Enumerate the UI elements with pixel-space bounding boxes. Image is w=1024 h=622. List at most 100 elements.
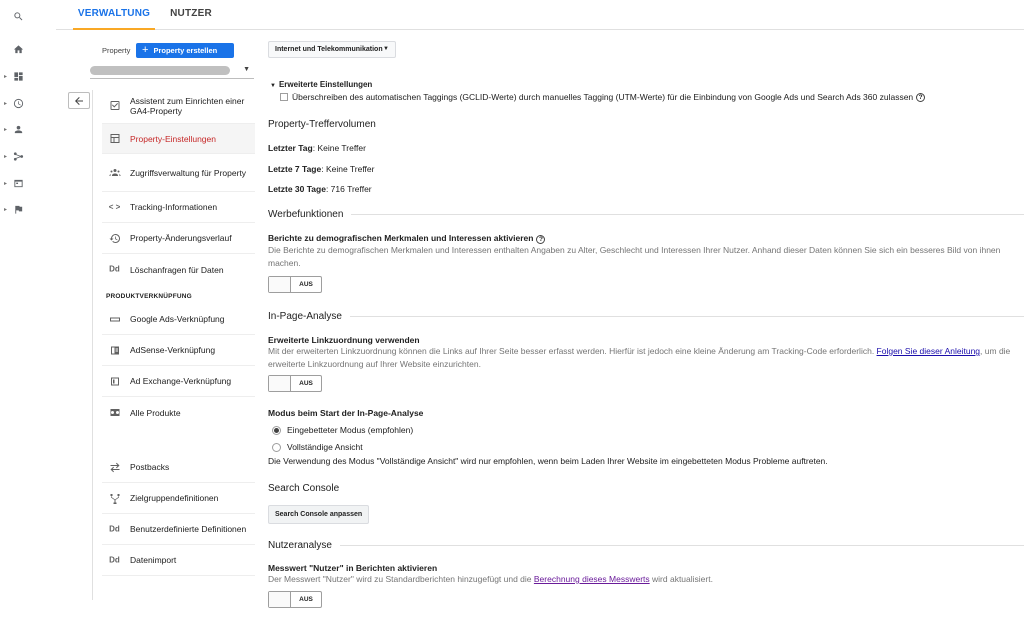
nav-label: Benutzerdefinierte Definitionen	[130, 524, 247, 534]
mode-embedded-label: Eingebetteter Modus (empfohlen)	[287, 425, 414, 435]
dd-icon: Dd	[109, 555, 120, 564]
nav-label: AdSense-Verknüpfung	[130, 345, 216, 355]
property-label: Property	[102, 46, 131, 55]
clock-icon[interactable]: ▸	[0, 93, 36, 113]
dd-icon: Dd	[109, 264, 120, 274]
radio-embedded[interactable]	[272, 425, 281, 435]
stat-label: Letzter Tag	[268, 143, 313, 153]
code-icon: < >	[108, 202, 121, 211]
selector-underline	[90, 78, 254, 79]
manual-tagging-checkbox[interactable]	[280, 93, 288, 101]
section-divider	[351, 214, 1024, 215]
manual-tagging-label: Überschreiben des automatischen Taggings…	[292, 92, 914, 102]
toggle-state: AUS	[299, 596, 313, 603]
nav-item-ad-exchange[interactable]: Ad Exchange-Verknüpfung	[102, 366, 255, 397]
nav-item-deletion-requests[interactable]: Dd Löschanfragen für Daten	[102, 254, 255, 285]
flag-icon[interactable]: ▸	[0, 199, 36, 219]
nav-label: Property-Einstellungen	[130, 133, 216, 144]
create-property-label: Property erstellen	[153, 46, 218, 55]
section-product-linking: PRODUKTVERKNÜPFUNG	[106, 293, 192, 300]
nav-label: Postbacks	[130, 462, 170, 472]
advanced-settings-label: Erweiterte Einstellungen	[278, 80, 373, 89]
nav-item-tracking-info[interactable]: < > Tracking-Informationen	[102, 192, 255, 223]
stat-value: : 716 Treffer	[325, 184, 372, 194]
desc-text: Mit der erweiterten Linkzuordnung können…	[268, 346, 877, 356]
property-nav: Assistent zum Einrichten einer GA4-Prope…	[102, 88, 255, 576]
industry-category-value: Internet und Telekommunikation	[275, 46, 383, 53]
users-icon	[108, 166, 121, 179]
radio-full[interactable]	[272, 442, 281, 452]
home-icon[interactable]	[0, 39, 36, 59]
nav-item-data-import[interactable]: Dd Datenimport	[102, 545, 255, 576]
mode-embedded-option[interactable]: Eingebetteter Modus (empfohlen)	[272, 425, 413, 435]
help-icon[interactable]: ?	[916, 92, 926, 102]
adjust-search-console-button[interactable]: Search Console anpassen	[268, 505, 370, 524]
section-divider	[339, 545, 1024, 546]
person-icon[interactable]: ▸	[0, 119, 36, 139]
settings-panel-icon	[108, 132, 121, 145]
triangle-down-icon: ▼	[270, 83, 276, 89]
all-products-icon	[108, 406, 121, 419]
section-search-console: Search Console	[268, 483, 1024, 494]
desc-text: Der Messwert "Nutzer" wird zu Standardbe…	[268, 574, 534, 584]
nav-label: Google Ads-Verknüpfung	[130, 314, 225, 324]
stat-label: Letzte 7 Tage	[268, 164, 322, 174]
users-metric-description: Der Messwert "Nutzer" wird zu Standardbe…	[268, 573, 1020, 586]
toggle-state: AUS	[299, 281, 313, 288]
section-divider	[349, 316, 1024, 317]
nav-item-audiences[interactable]: Zielgruppendefinitionen	[102, 483, 255, 514]
users-metric-toggle[interactable]: AUS	[268, 591, 322, 608]
property-settings-content: Internet und Telekommunikation ▼ ▼ Erweit…	[268, 30, 1024, 622]
section-user-analysis: Nutzeranalyse	[268, 540, 1024, 551]
metric-calculation-link[interactable]: Berechnung dieses Messwerts	[534, 574, 650, 584]
create-property-button[interactable]: + Property erstellen	[136, 43, 234, 58]
dd-icon: Dd	[109, 524, 120, 533]
admin-tabs: VERWALTUNG NUTZER	[56, 0, 1024, 30]
link-attribution-description: Mit der erweiterten Linkzuordnung können…	[268, 345, 1020, 371]
nav-item-access-management[interactable]: Zugriffsverwaltung für Property	[102, 154, 255, 192]
postbacks-icon	[108, 461, 121, 474]
full-view-note: Die Verwendung des Modus "Vollständige A…	[268, 456, 828, 466]
nav-label: Alle Produkte	[130, 407, 181, 418]
section-advertising-title: Werbefunktionen	[268, 209, 344, 220]
nav-item-custom-definitions[interactable]: Dd Benutzerdefinierte Definitionen	[102, 514, 255, 545]
manual-tagging-option: Überschreiben des automatischen Taggings…	[280, 92, 926, 102]
section-in-page-title: In-Page-Analyse	[268, 311, 342, 322]
mode-full-option[interactable]: Vollständige Ansicht	[272, 442, 363, 452]
nav-item-adsense[interactable]: AdSense-Verknüpfung	[102, 335, 255, 366]
nav-item-property-settings[interactable]: Property-Einstellungen	[102, 124, 255, 154]
demographics-toggle[interactable]: AUS	[268, 276, 322, 293]
tab-nutzer[interactable]: NUTZER	[166, 0, 216, 30]
demographics-label: Berichte zu demografischen Merkmalen und…	[268, 233, 534, 243]
advanced-settings-toggle[interactable]: ▼ Erweiterte Einstellungen	[270, 80, 372, 89]
property-selector[interactable]: ▼	[90, 63, 254, 79]
stat-value: : Keine Treffer	[321, 164, 375, 174]
tab-verwaltung[interactable]: VERWALTUNG	[73, 0, 155, 30]
search-icon[interactable]	[0, 6, 36, 26]
back-button[interactable]	[68, 92, 90, 109]
nav-label: Assistent zum Einrichten einer GA4-Prope…	[130, 95, 245, 116]
acquisition-icon[interactable]: ▸	[0, 146, 36, 166]
help-icon[interactable]: ?	[536, 235, 546, 244]
mode-full-label: Vollständige Ansicht	[287, 442, 363, 452]
nav-label: Datenimport	[130, 555, 177, 565]
nav-item-change-history[interactable]: Property-Änderungsverlauf	[102, 223, 255, 254]
left-rail: ▸ ▸ ▸ ▸ ▸ ▸	[0, 0, 36, 622]
nav-item-ga4-setup[interactable]: Assistent zum Einrichten einer GA4-Prope…	[102, 88, 255, 124]
toggle-state: AUS	[299, 380, 313, 387]
instructions-link[interactable]: Folgen Sie dieser Anleitung	[877, 346, 981, 356]
link-attribution-toggle[interactable]: AUS	[268, 375, 322, 392]
nav-label: Property-Änderungsverlauf	[130, 233, 232, 243]
nav-item-postbacks[interactable]: Postbacks	[102, 452, 255, 483]
nav-item-google-ads[interactable]: Google Ads-Verknüpfung	[102, 304, 255, 335]
nav-label: Löschanfragen für Daten	[130, 264, 224, 275]
industry-category-select[interactable]: Internet und Telekommunikation ▼	[268, 41, 396, 58]
link-attribution-label: Erweiterte Linkzuordnung verwenden	[268, 335, 420, 345]
behavior-icon[interactable]: ▸	[0, 173, 36, 193]
nav-item-all-products[interactable]: Alle Produkte	[102, 397, 255, 428]
redacted-property-name	[90, 66, 230, 75]
plus-icon: +	[142, 44, 149, 56]
dashboard-icon[interactable]: ▸	[0, 66, 36, 86]
demographics-description: Die Berichte zu demografischen Merkmalen…	[268, 245, 1001, 268]
